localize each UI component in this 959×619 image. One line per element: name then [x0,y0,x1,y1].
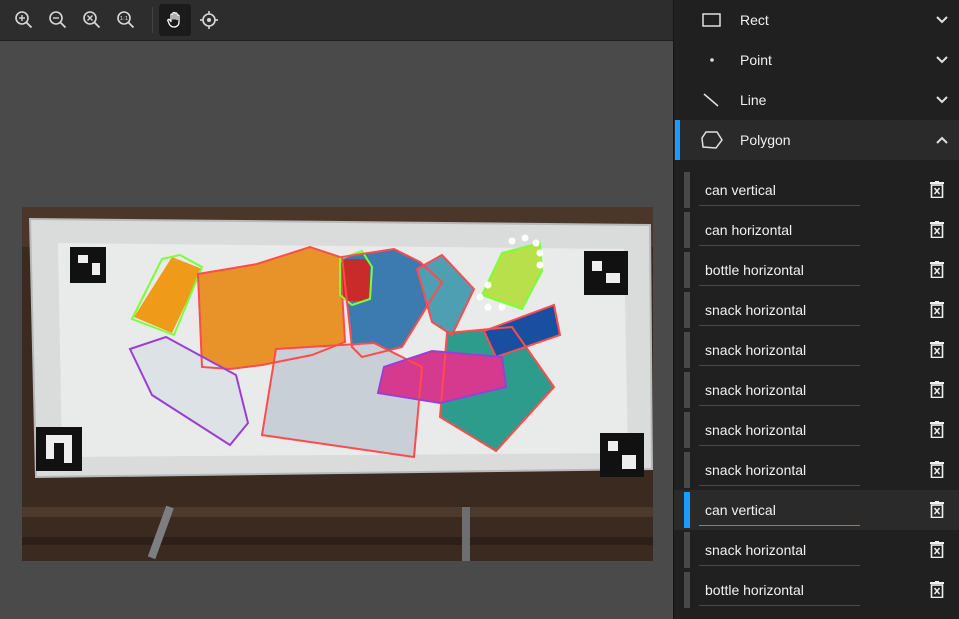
chevron-down-icon[interactable] [935,12,949,31]
list-item[interactable]: snack horizontal [674,330,959,370]
item-color-bar [684,172,690,208]
item-label-input[interactable]: bottle horizontal [699,574,860,606]
chevron-down-icon[interactable] [935,52,949,71]
zoom-fit-icon [83,11,101,29]
item-label-input[interactable]: can horizontal [699,214,860,246]
list-item[interactable]: snack horizontal [674,450,959,490]
image-toolbar: 1:1 [0,0,673,41]
item-label-input[interactable]: can vertical [699,494,860,526]
list-item[interactable]: can horizontal [674,210,959,250]
target-center-icon [200,11,218,29]
zoom-fit-button[interactable] [76,4,108,36]
item-label-input[interactable]: snack horizontal [699,374,860,406]
zoom-reset-text: 1:1 [120,16,129,22]
item-color-bar [684,292,690,328]
section-polygon[interactable]: Polygon [674,120,959,160]
chevron-up-icon[interactable] [935,132,949,151]
zoom-in-icon [15,11,33,29]
list-item[interactable]: snack horizontal [674,530,959,570]
item-color-bar [684,412,690,448]
item-color-bar [684,572,690,608]
delete-icon[interactable] [930,501,944,522]
polygon-annotation-list: can vertical can horizontal bottle horiz… [674,170,959,610]
item-color-bar [684,212,690,248]
annotated-image[interactable] [22,207,653,561]
item-label-input[interactable]: snack horizontal [699,294,860,326]
section-line[interactable]: Line [674,80,959,120]
section-point[interactable]: Point [674,40,959,80]
line-icon [692,91,732,109]
delete-icon[interactable] [930,221,944,242]
section-polygon-label: Polygon [740,132,791,148]
delete-icon[interactable] [930,461,944,482]
delete-icon[interactable] [930,581,944,602]
delete-icon[interactable] [930,181,944,202]
zoom-reset-button[interactable]: 1:1 [110,4,142,36]
section-point-label: Point [740,52,772,68]
section-rect-label: Rect [740,12,769,28]
section-rect[interactable]: Rect [674,0,959,40]
delete-icon[interactable] [930,381,944,402]
shape-sidebar: Rect Point Line Polygon can vertical can… [673,0,959,619]
delete-icon[interactable] [930,421,944,442]
item-label-input[interactable]: snack horizontal [699,334,860,366]
toolbar-divider [152,7,153,33]
chevron-down-icon[interactable] [935,92,949,111]
item-label-input[interactable]: can vertical [699,174,860,206]
list-item[interactable]: snack horizontal [674,410,959,450]
delete-icon[interactable] [930,301,944,322]
item-label-input[interactable]: bottle horizontal [699,254,860,286]
annotation-canvas[interactable] [0,41,673,619]
item-color-bar [684,492,690,528]
item-color-bar [684,332,690,368]
zoom-out-button[interactable] [42,4,74,36]
item-color-bar [684,372,690,408]
zoom-in-button[interactable] [8,4,40,36]
list-item[interactable]: snack horizontal [674,370,959,410]
section-line-label: Line [740,92,767,108]
delete-icon[interactable] [930,541,944,562]
list-item[interactable]: bottle horizontal [674,570,959,610]
polygon-icon [692,130,732,150]
point-icon [692,52,732,68]
item-label-input[interactable]: snack horizontal [699,414,860,446]
item-label-input[interactable]: snack horizontal [699,454,860,486]
item-color-bar [684,532,690,568]
list-item[interactable]: bottle horizontal [674,250,959,290]
list-item[interactable]: can vertical [674,170,959,210]
zoom-reset-icon: 1:1 [117,11,135,29]
hand-pan-icon [167,11,180,28]
list-item[interactable]: snack horizontal [674,290,959,330]
item-color-bar [684,252,690,288]
item-color-bar [684,452,690,488]
zoom-out-icon [49,11,67,29]
delete-icon[interactable] [930,261,944,282]
list-item-selected[interactable]: can vertical [674,490,959,530]
rect-icon [692,12,732,28]
item-label-input[interactable]: snack horizontal [699,534,860,566]
center-button[interactable] [193,4,225,36]
delete-icon[interactable] [930,341,944,362]
pan-tool-button[interactable] [159,4,191,36]
